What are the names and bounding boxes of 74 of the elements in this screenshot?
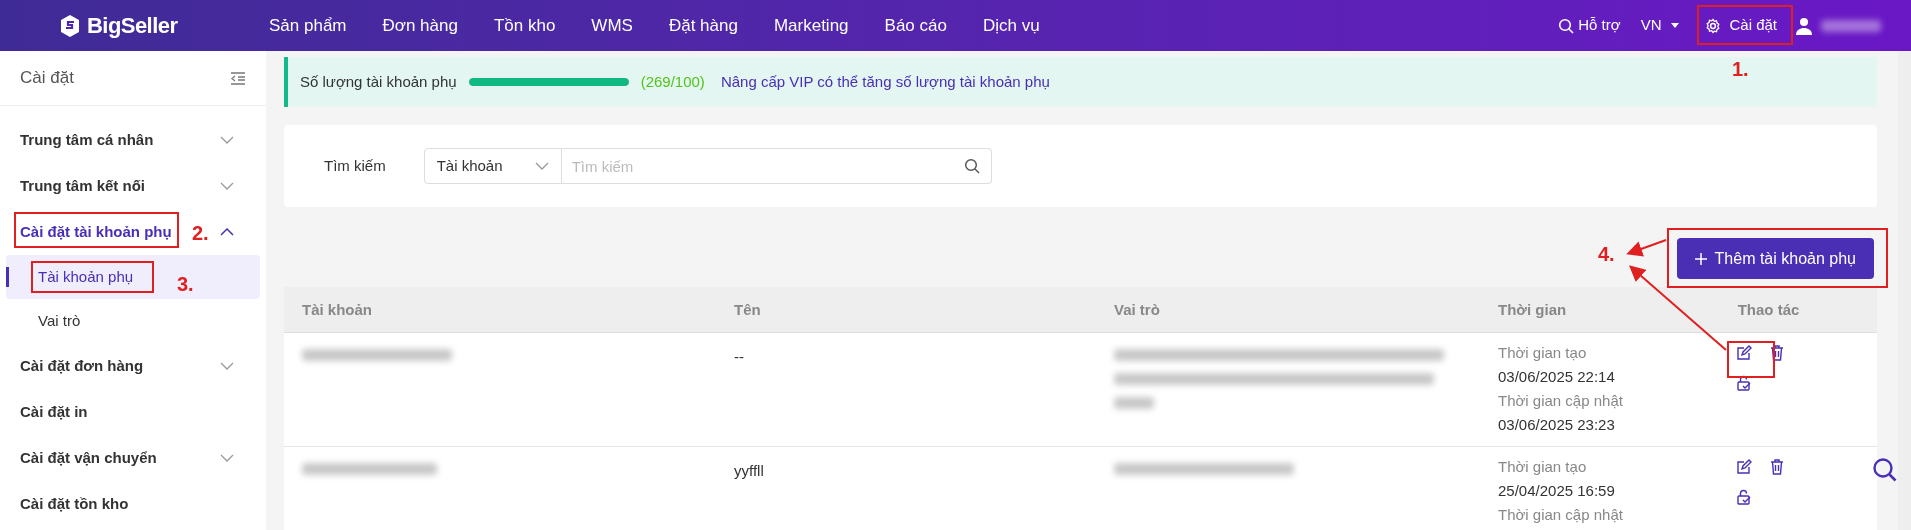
- help-link[interactable]: Hỗ trợ: [1578, 14, 1621, 37]
- sidebar-subitem[interactable]: Tài khoản phụ: [38, 265, 134, 289]
- sidebar-item[interactable]: Trung tâm cá nhân: [20, 128, 154, 152]
- search-icon[interactable]: [1872, 457, 1898, 483]
- language-selector[interactable]: VN: [1640, 14, 1680, 37]
- nav-link[interactable]: Đơn hàng: [382, 12, 458, 39]
- search-icon[interactable]: [1558, 17, 1575, 34]
- step-number: 3.: [177, 272, 194, 297]
- collapse-menu-icon[interactable]: [230, 71, 246, 85]
- step-number: 1.: [1732, 57, 1749, 82]
- redacted-role: [1114, 397, 1154, 409]
- quota-count: (269/100): [640, 71, 705, 92]
- timestamp: 03/06/2025 22:14: [1498, 367, 1616, 387]
- chevron-down-icon[interactable]: [220, 182, 234, 190]
- logo[interactable]: BigSeller: [87, 9, 178, 42]
- step-number: 4.: [1598, 242, 1615, 267]
- column-header: Vai trò: [1114, 300, 1160, 318]
- edit-icon[interactable]: [1736, 459, 1752, 475]
- plus-icon: [1694, 252, 1707, 265]
- timestamp-label: Thời gian cập nhật: [1498, 391, 1624, 411]
- sidebar-item[interactable]: Cài đặt đơn hàng: [20, 354, 144, 378]
- sidebar-item[interactable]: Cài đặt vận chuyển: [20, 446, 157, 470]
- chevron-up-icon[interactable]: [220, 228, 234, 236]
- field-dropdown[interactable]: Tài khoản: [423, 148, 562, 184]
- delete-icon[interactable]: [1770, 345, 1784, 361]
- user-icon[interactable]: [1795, 16, 1813, 35]
- upgrade-link[interactable]: Nâng cấp VIP có thể tăng số lượng tài khoản phụ: [720, 70, 1050, 94]
- settings-icon: [1705, 17, 1722, 34]
- chevron-down-icon[interactable]: [220, 136, 234, 144]
- timestamp: 03/06/2025 23:23: [1498, 415, 1616, 435]
- search-label: Tìm kiếm: [324, 155, 386, 176]
- nav-link[interactable]: Tồn kho: [493, 12, 556, 39]
- timestamp-label: Thời gian tạo: [1498, 343, 1588, 363]
- step-number: 2.: [192, 221, 209, 246]
- scrollbar[interactable]: [1898, 51, 1911, 530]
- timestamp-label: Thời gian tạo: [1498, 457, 1588, 477]
- timestamp-label: Thời gian cập nhật: [1498, 505, 1624, 525]
- sidebar-item[interactable]: Cài đặt tài khoản phụ: [20, 220, 172, 244]
- chevron-down-icon: [534, 162, 549, 170]
- chevron-down-icon[interactable]: [220, 454, 234, 462]
- column-header: Tài khoản: [302, 300, 372, 318]
- nav-link[interactable]: Đặt hàng: [668, 12, 738, 39]
- settings-button[interactable]: Cài đặt: [1697, 7, 1785, 44]
- edit-icon[interactable]: [1736, 345, 1752, 361]
- column-header: Thời gian: [1498, 300, 1567, 318]
- column-header: Thao tác: [1737, 300, 1800, 318]
- search-field[interactable]: Tìm kiếm: [561, 148, 992, 184]
- search-icon[interactable]: [963, 158, 980, 174]
- redacted-username: [1821, 19, 1881, 32]
- lock-check-icon[interactable]: [1736, 489, 1752, 505]
- add-subaccount-button[interactable]: Thêm tài khoản phụ: [1676, 238, 1874, 279]
- sidebar-item[interactable]: Cài đặt tồn kho: [20, 492, 129, 516]
- sidebar-item[interactable]: Cài đặt in: [20, 400, 88, 424]
- nav-link[interactable]: Sản phẩm: [269, 12, 347, 39]
- chevron-down-icon[interactable]: [220, 362, 234, 370]
- caret-icon: [1671, 23, 1680, 28]
- quota-label: Số lượng tài khoản phụ: [300, 71, 457, 92]
- nav-link[interactable]: Báo cáo: [884, 12, 947, 39]
- column-header: Tên: [734, 300, 761, 318]
- table-cell: yyffll: [734, 462, 764, 479]
- table-cell: --: [734, 348, 744, 365]
- selection-indicator: [6, 267, 9, 287]
- sidebar-title: Cài đặt: [20, 67, 74, 90]
- highlight-box: [1727, 341, 1775, 378]
- annotation-arrow: [1626, 239, 1667, 257]
- nav-link[interactable]: Dịch vụ: [982, 12, 1040, 39]
- nav-link[interactable]: Marketing: [773, 12, 849, 39]
- lock-check-icon[interactable]: [1736, 375, 1752, 391]
- sidebar-item[interactable]: Trung tâm kết nối: [20, 174, 145, 198]
- nav-link[interactable]: WMS: [591, 12, 633, 39]
- logo-icon[interactable]: [59, 13, 81, 38]
- delete-icon[interactable]: [1770, 459, 1784, 475]
- timestamp: 25/04/2025 16:59: [1498, 481, 1616, 501]
- sidebar-subitem[interactable]: Vai trò: [38, 309, 81, 333]
